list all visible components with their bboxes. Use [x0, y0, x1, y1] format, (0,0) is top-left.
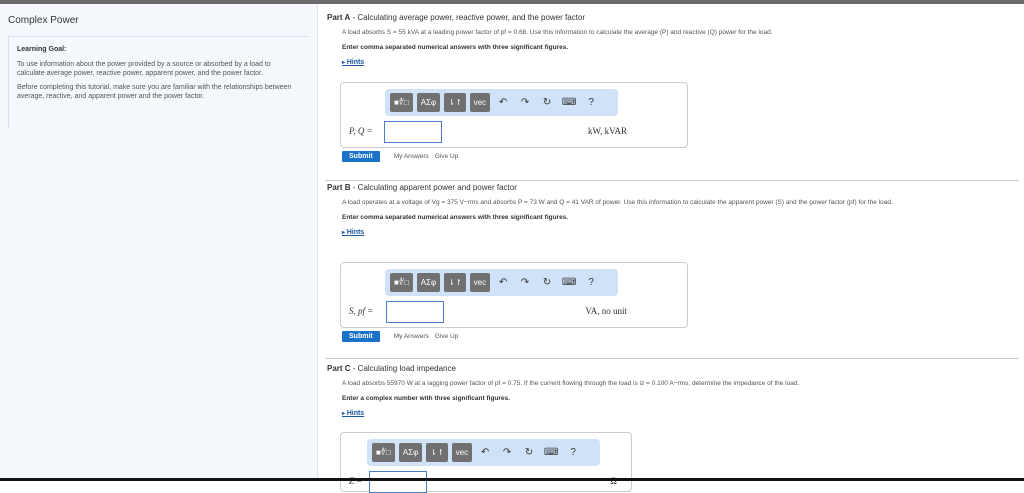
- subscript-superscript-button[interactable]: ⇂↾: [444, 273, 466, 292]
- undo-icon[interactable]: ↶: [476, 447, 494, 458]
- keyboard-icon[interactable]: ⌨: [560, 97, 578, 108]
- undo-icon[interactable]: ↶: [494, 97, 512, 108]
- answer-input[interactable]: [386, 301, 444, 323]
- greek-symbols-button[interactable]: ΑΣφ: [416, 273, 441, 292]
- page-title: Complex Power: [8, 15, 79, 26]
- part-label: Part A: [327, 13, 351, 22]
- part-question: A load absorbs S = 55 kVA at a leading p…: [342, 29, 773, 36]
- redo-icon[interactable]: ↷: [516, 277, 534, 288]
- part-divider: [325, 180, 1019, 181]
- vector-button[interactable]: vec: [469, 93, 491, 112]
- part-instruction: Enter comma separated numerical answers …: [342, 44, 569, 51]
- subscript-superscript-button[interactable]: ⇂↾: [426, 443, 448, 462]
- answer-box: ■∜□ ΑΣφ ⇂↾ vec ↶ ↷ ↻ ⌨ ? S, pf = VA, no …: [340, 262, 688, 328]
- my-answers-link[interactable]: My Answers: [394, 153, 429, 160]
- vector-button[interactable]: vec: [469, 273, 491, 292]
- part-question: A load operates at a voltage of Vg = 375…: [342, 199, 893, 206]
- part-label: Part C: [327, 364, 351, 373]
- answer-input[interactable]: [369, 471, 427, 493]
- part-divider: [325, 358, 1019, 359]
- reset-icon[interactable]: ↻: [520, 447, 538, 458]
- vector-button[interactable]: vec: [451, 443, 473, 462]
- hints-link[interactable]: Hints: [342, 59, 365, 66]
- part-instruction: Enter comma separated numerical answers …: [342, 214, 569, 221]
- redo-icon[interactable]: ↷: [516, 97, 534, 108]
- templates-button[interactable]: ■∜□: [372, 443, 395, 462]
- templates-button[interactable]: ■∜□: [390, 273, 413, 292]
- math-toolbar: ■∜□ ΑΣφ ⇂↾ vec ↶ ↷ ↻ ⌨ ?: [367, 439, 600, 466]
- help-icon[interactable]: ?: [582, 97, 600, 108]
- templates-button[interactable]: ■∜□: [390, 93, 413, 112]
- math-toolbar: ■∜□ ΑΣφ ⇂↾ vec ↶ ↷ ↻ ⌨ ?: [385, 89, 618, 116]
- reset-icon[interactable]: ↻: [538, 97, 556, 108]
- my-answers-link[interactable]: My Answers: [394, 333, 429, 340]
- part-title: Part B - Calculating apparent power and …: [327, 183, 1017, 192]
- answer-actions: Submit My Answers Give Up: [342, 151, 458, 162]
- learning-goal-heading: Learning Goal:: [17, 46, 67, 53]
- part-instruction: Enter a complex number with three signif…: [342, 395, 510, 402]
- part-title-text: - Calculating average power, reactive po…: [350, 13, 586, 22]
- part-title: Part C - Calculating load impedance: [327, 364, 1017, 373]
- math-toolbar: ■∜□ ΑΣφ ⇂↾ vec ↶ ↷ ↻ ⌨ ?: [385, 269, 618, 296]
- undo-icon[interactable]: ↶: [494, 277, 512, 288]
- help-icon[interactable]: ?: [564, 447, 582, 458]
- hints-link[interactable]: Hints: [342, 410, 365, 417]
- redo-icon[interactable]: ↷: [498, 447, 516, 458]
- submit-button[interactable]: Submit: [342, 151, 380, 162]
- question-part: Part C - Calculating load impedance A lo…: [327, 364, 1017, 493]
- answer-unit: VA, no unit: [585, 306, 627, 316]
- answer-label: S, pf =: [349, 306, 374, 316]
- answer-label: P, Q =: [349, 126, 373, 136]
- give-up-link[interactable]: Give Up: [435, 333, 458, 340]
- submit-button[interactable]: Submit: [342, 331, 380, 342]
- hints-link[interactable]: Hints: [342, 229, 365, 236]
- give-up-link[interactable]: Give Up: [435, 153, 458, 160]
- answer-box: ■∜□ ΑΣφ ⇂↾ vec ↶ ↷ ↻ ⌨ ? P, Q = kW, kVAR: [340, 82, 688, 148]
- part-title-text: - Calculating apparent power and power f…: [350, 183, 517, 192]
- greek-symbols-button[interactable]: ΑΣφ: [416, 93, 441, 112]
- question-part: Part B - Calculating apparent power and …: [327, 183, 1017, 342]
- intro-panel: Complex Power Learning Goal: To use info…: [0, 4, 318, 481]
- reset-icon[interactable]: ↻: [538, 277, 556, 288]
- subscript-superscript-button[interactable]: ⇂↾: [444, 93, 466, 112]
- keyboard-icon[interactable]: ⌨: [542, 447, 560, 458]
- part-question: A load absorbs 55970 W at a lagging powe…: [342, 380, 800, 387]
- answer-unit: kW, kVAR: [587, 126, 627, 136]
- answer-input[interactable]: [384, 121, 442, 143]
- greek-symbols-button[interactable]: ΑΣφ: [398, 443, 423, 462]
- part-label: Part B: [327, 183, 351, 192]
- learning-goal-text: To use information about the power provi…: [17, 61, 271, 77]
- learning-goal-box: Learning Goal: To use information about …: [8, 36, 308, 128]
- keyboard-icon[interactable]: ⌨: [560, 277, 578, 288]
- prerequisite-text: Before completing this tutorial, make su…: [17, 84, 292, 100]
- part-title-text: - Calculating load impedance: [350, 364, 456, 373]
- part-title: Part A - Calculating average power, reac…: [327, 13, 1017, 22]
- answer-actions: Submit My Answers Give Up: [342, 331, 458, 342]
- answer-box: ■∜□ ΑΣφ ⇂↾ vec ↶ ↷ ↻ ⌨ ? Z = Ω: [340, 432, 632, 493]
- question-part: Part A - Calculating average power, reac…: [327, 13, 1017, 162]
- help-icon[interactable]: ?: [582, 277, 600, 288]
